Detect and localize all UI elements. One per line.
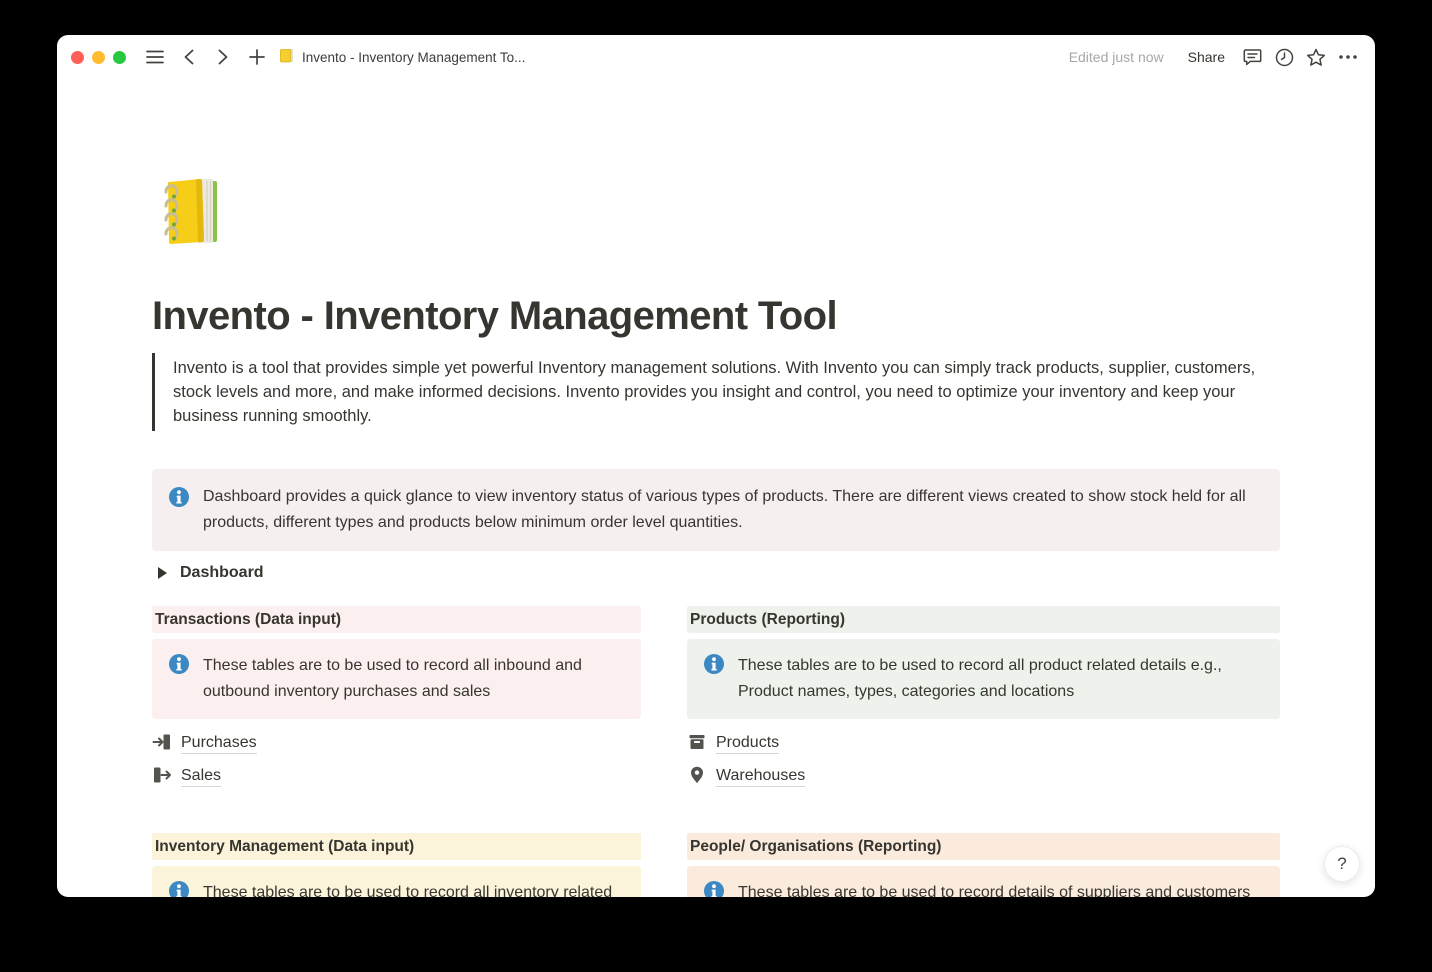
hamburger-icon — [146, 50, 164, 64]
notebook-icon — [278, 47, 295, 67]
info-icon — [168, 653, 190, 705]
close-window-button[interactable] — [71, 51, 84, 64]
toggle-triangle-icon — [158, 567, 167, 579]
comment-icon — [1243, 48, 1262, 66]
titlebar: Invento - Inventory Management To... Edi… — [57, 35, 1375, 79]
section-callout: These tables are to be used to record al… — [152, 866, 641, 897]
zoom-window-button[interactable] — [113, 51, 126, 64]
info-icon — [703, 653, 725, 705]
location-pin-icon — [687, 765, 707, 790]
tab-title-text: Invento - Inventory Management To... — [302, 50, 525, 65]
section-inventory-management: Inventory Management (Data input) These … — [152, 833, 641, 897]
link-warehouses[interactable]: Warehouses — [687, 763, 805, 791]
more-options-button[interactable] — [1335, 44, 1361, 70]
section-heading: Transactions (Data input) — [152, 606, 641, 633]
plus-icon — [249, 49, 265, 65]
page-body: Invento - Inventory Management Tool Inve… — [57, 170, 1375, 897]
chevron-left-icon — [184, 49, 194, 65]
section-callout-text: These tables are to be used to record al… — [203, 880, 625, 897]
section-transactions: Transactions (Data input) These tables a… — [152, 606, 641, 796]
section-callout: These tables are to be used to record al… — [687, 639, 1280, 719]
page-title: Invento - Inventory Management Tool — [152, 292, 1280, 340]
box-icon — [687, 732, 707, 757]
link-label: Purchases — [181, 734, 257, 754]
info-icon — [703, 880, 725, 897]
section-heading: Products (Reporting) — [687, 606, 1280, 633]
section-callout-text: These tables are to be used to record al… — [738, 653, 1264, 705]
history-button[interactable] — [1271, 44, 1297, 70]
dashboard-toggle-label: Dashboard — [180, 564, 264, 582]
dashboard-callout-text: Dashboard provides a quick glance to vie… — [203, 484, 1264, 536]
chevron-right-icon — [218, 49, 228, 65]
favorite-button[interactable] — [1303, 44, 1329, 70]
section-callout: These tables are to be used to record al… — [152, 639, 641, 719]
minimize-window-button[interactable] — [92, 51, 105, 64]
forward-button[interactable] — [210, 44, 236, 70]
back-button[interactable] — [176, 44, 202, 70]
app-window: Invento - Inventory Management To... Edi… — [57, 35, 1375, 897]
new-tab-button[interactable] — [244, 44, 270, 70]
comments-button[interactable] — [1239, 44, 1265, 70]
section-callout-text: These tables are to be used to record al… — [203, 653, 625, 705]
star-icon — [1306, 48, 1326, 67]
section-callout-text: These tables are to be used to record de… — [738, 880, 1250, 897]
link-purchases[interactable]: Purchases — [152, 730, 257, 758]
help-button[interactable]: ? — [1324, 846, 1360, 882]
clock-icon — [1275, 48, 1294, 67]
section-products: Products (Reporting) These tables are to… — [687, 606, 1280, 796]
link-sales[interactable]: Sales — [152, 763, 221, 791]
info-icon — [168, 880, 190, 897]
page-icon-notebook[interactable] — [152, 170, 232, 250]
exit-door-icon — [152, 765, 172, 790]
sidebar-menu-button[interactable] — [142, 44, 168, 70]
link-label: Warehouses — [716, 767, 805, 787]
link-label: Sales — [181, 767, 221, 787]
link-label: Products — [716, 734, 779, 754]
section-callout: These tables are to be used to record de… — [687, 866, 1280, 897]
section-heading: People/ Organisations (Reporting) — [687, 833, 1280, 860]
edited-status: Edited just now — [1069, 49, 1164, 65]
ellipsis-icon — [1339, 55, 1357, 59]
enter-door-icon — [152, 732, 172, 757]
section-people-organisations: People/ Organisations (Reporting) These … — [687, 833, 1280, 897]
tab[interactable]: Invento - Inventory Management To... — [278, 47, 525, 67]
intro-quote: Invento is a tool that provides simple y… — [152, 353, 1280, 431]
section-heading: Inventory Management (Data input) — [152, 833, 641, 860]
info-icon — [168, 486, 190, 536]
traffic-lights — [71, 51, 126, 64]
dashboard-callout: Dashboard provides a quick glance to vie… — [152, 469, 1280, 551]
share-button[interactable]: Share — [1180, 45, 1233, 69]
link-products[interactable]: Products — [687, 730, 779, 758]
dashboard-toggle[interactable]: Dashboard — [152, 561, 266, 585]
